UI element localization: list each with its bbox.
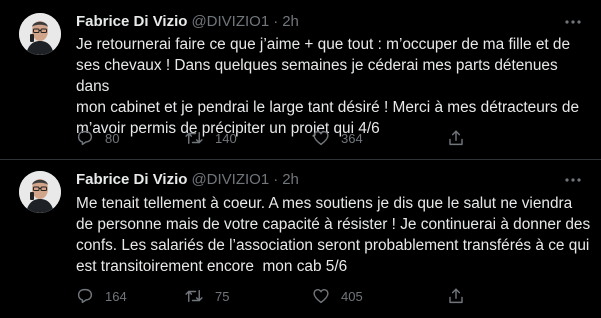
tweet[interactable]: Fabrice Di Vizio @DIVIZIO1 · 2h Me tenai… [0, 160, 601, 318]
reply-button[interactable]: 164 [76, 287, 184, 305]
tweet-actions: 164 75 405 [76, 286, 477, 306]
like-count: 364 [341, 130, 363, 146]
like-button[interactable]: 364 [312, 129, 447, 147]
tweet-timestamp[interactable]: 2h [282, 12, 299, 32]
share-button[interactable] [447, 287, 477, 305]
retweet-count: 75 [215, 288, 230, 304]
share-button[interactable] [447, 129, 477, 147]
tweet-header: Fabrice Di Vizio @DIVIZIO1 · 2h [76, 12, 299, 32]
like-count: 405 [341, 288, 363, 304]
retweet-icon [184, 287, 204, 305]
tweet-feed: Fabrice Di Vizio @DIVIZIO1 · 2h Je retou… [0, 0, 601, 318]
retweet-count: 140 [215, 130, 237, 146]
tweet[interactable]: Fabrice Di Vizio @DIVIZIO1 · 2h Je retou… [0, 0, 601, 160]
retweet-icon [184, 129, 204, 147]
share-icon [447, 129, 465, 147]
tweet-timestamp[interactable]: 2h [282, 170, 299, 190]
separator-dot: · [273, 171, 279, 188]
like-button[interactable]: 405 [312, 287, 447, 305]
author-name[interactable]: Fabrice Di Vizio [76, 170, 187, 190]
like-icon [312, 287, 330, 305]
reply-count: 80 [105, 130, 120, 146]
reply-count: 164 [105, 288, 127, 304]
avatar[interactable] [19, 13, 61, 55]
reply-icon [76, 129, 94, 147]
reply-button[interactable]: 80 [76, 129, 184, 147]
like-icon [312, 129, 330, 147]
author-name[interactable]: Fabrice Di Vizio [76, 12, 187, 32]
avatar[interactable] [19, 171, 61, 213]
share-icon [447, 287, 465, 305]
reply-icon [76, 287, 94, 305]
more-icon[interactable] [563, 170, 583, 190]
author-handle[interactable]: @DIVIZIO1 [191, 170, 269, 190]
tweet-actions: 80 140 364 [76, 128, 477, 148]
tweet-text: Je retournerai faire ce que j’aime + que… [76, 36, 580, 137]
retweet-button[interactable]: 140 [184, 129, 312, 147]
author-handle[interactable]: @DIVIZIO1 [191, 12, 269, 32]
tweet-header: Fabrice Di Vizio @DIVIZIO1 · 2h [76, 170, 299, 190]
retweet-button[interactable]: 75 [184, 287, 312, 305]
tweet-text: Me tenait tellement à coeur. A mes souti… [76, 195, 591, 275]
separator-dot: · [273, 13, 279, 30]
more-icon[interactable] [563, 12, 583, 32]
